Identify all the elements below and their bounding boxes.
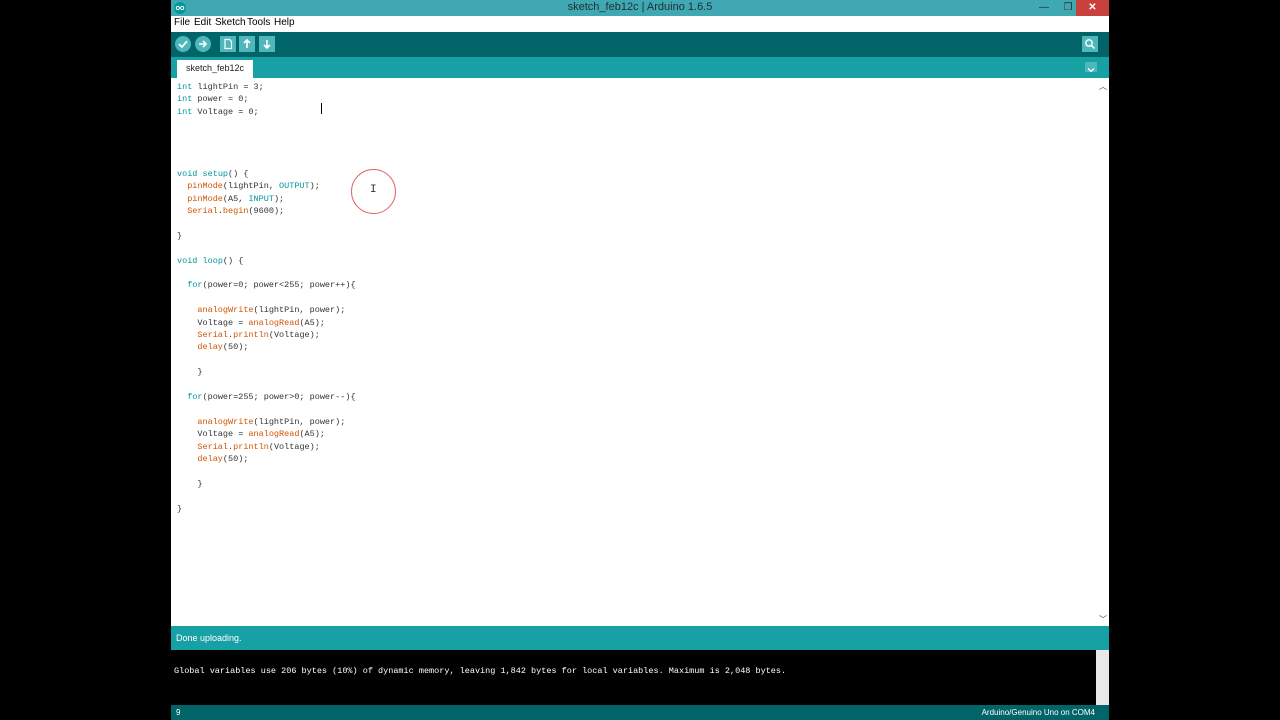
upload-icon[interactable] bbox=[195, 36, 211, 52]
code-line: } bbox=[177, 230, 183, 241]
scroll-up-chevron-icon[interactable]: ︿ bbox=[1099, 81, 1107, 92]
tab-label: sketch_feb12c bbox=[185, 63, 245, 73]
menu-help[interactable]: Help bbox=[274, 17, 295, 28]
text-caret bbox=[321, 103, 322, 114]
menu-sketch[interactable]: Sketch bbox=[215, 17, 246, 28]
save-icon[interactable] bbox=[259, 36, 275, 52]
open-icon[interactable] bbox=[239, 36, 255, 52]
code-line: analogWrite(lightPin, power); bbox=[197, 305, 346, 316]
new-icon[interactable] bbox=[220, 36, 236, 52]
code-line: Voltage = analogRead(A5); bbox=[177, 429, 325, 440]
window-title: sketch_feb12c | Arduino 1.6.5 bbox=[567, 1, 713, 13]
code-line: void setup() { bbox=[177, 168, 249, 179]
code-line: int lightPin = 3; bbox=[177, 82, 264, 92]
footer-board-port: Arduino/Genuino Uno on COM4 bbox=[981, 708, 1095, 717]
code-line: } bbox=[177, 367, 203, 378]
console-scrollbar[interactable] bbox=[1096, 650, 1109, 705]
code-line: } bbox=[177, 478, 203, 489]
code-editor[interactable] bbox=[171, 78, 1109, 626]
editor-scrollbar[interactable] bbox=[1095, 78, 1109, 626]
ibeam-cursor-icon: I bbox=[370, 184, 377, 196]
code-line: delay(50); bbox=[197, 454, 249, 464]
arduino-ide-window: sketch_feb12c | Arduino 1.6.5 — ❐ ✕ File… bbox=[171, 0, 1109, 720]
code-line: pinMode(A5, INPUT); bbox=[187, 193, 285, 204]
footer-line-number: 9 bbox=[176, 708, 181, 717]
tab-menu-chevron-down-icon[interactable] bbox=[1085, 62, 1097, 73]
menu-file[interactable]: File bbox=[174, 17, 190, 28]
scroll-down-chevron-icon[interactable]: ﹀ bbox=[1099, 614, 1107, 625]
code-line: delay(50); bbox=[197, 342, 249, 353]
menu-tools[interactable]: Tools bbox=[247, 17, 270, 28]
verify-icon[interactable] bbox=[175, 36, 191, 52]
console-line: Global variables use 206 bytes (10%) of … bbox=[174, 666, 787, 676]
code-line: for(power=255; power>0; power--){ bbox=[187, 392, 356, 402]
code-line: int Voltage = 0; bbox=[177, 106, 259, 117]
code-line: void loop() { bbox=[177, 255, 244, 266]
title-bar: sketch_feb12c | Arduino 1.6.5 — ❐ ✕ bbox=[171, 0, 1109, 16]
code-line: Serial.begin(9600); bbox=[187, 206, 285, 216]
console-output[interactable]: Global variables use 206 bytes (10%) of … bbox=[171, 650, 1109, 705]
menu-bar: File Edit Sketch Tools Help bbox=[171, 16, 1109, 32]
status-message: Done uploading. bbox=[176, 633, 242, 643]
toolbar bbox=[171, 32, 1109, 57]
code-line: } bbox=[177, 503, 183, 514]
code-line: Serial.println(Voltage); bbox=[197, 441, 320, 452]
menu-edit[interactable]: Edit bbox=[194, 17, 211, 28]
code-line: Voltage = analogRead(A5); bbox=[177, 317, 325, 328]
serial-monitor-magnifier-icon[interactable] bbox=[1082, 36, 1098, 52]
footer-bar: 9 Arduino/Genuino Uno on COM4 bbox=[171, 705, 1109, 720]
tab-sketch[interactable]: sketch_feb12c bbox=[177, 60, 253, 78]
minimize-icon[interactable]: — bbox=[1032, 0, 1056, 16]
close-icon[interactable]: ✕ bbox=[1076, 0, 1109, 16]
code-line: int power = 0; bbox=[177, 94, 249, 105]
tab-bar: sketch_feb12c bbox=[171, 57, 1109, 78]
code-line: for(power=0; power<255; power++){ bbox=[187, 280, 356, 291]
status-bar: Done uploading. bbox=[171, 626, 1109, 650]
code-line: analogWrite(lightPin, power); bbox=[197, 416, 346, 427]
code-line: Serial.println(Voltage); bbox=[197, 330, 320, 340]
code-line: pinMode(lightPin, OUTPUT); bbox=[187, 181, 320, 192]
